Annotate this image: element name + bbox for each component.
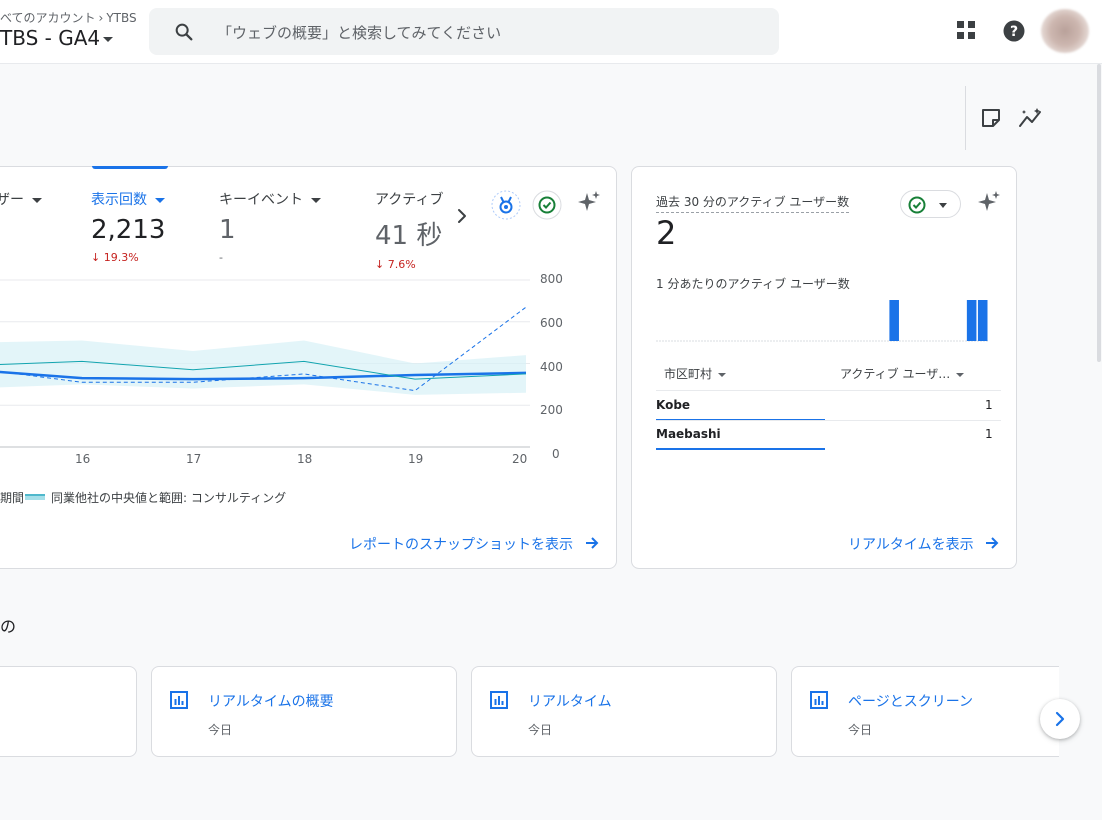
metric-value: 1 xyxy=(219,215,236,245)
metric-change: - xyxy=(219,251,223,264)
insights-trend-icon[interactable] xyxy=(1018,106,1044,130)
quick-access-title[interactable]: リアルタイムの概要 xyxy=(208,691,334,711)
search-placeholder[interactable]: 「ウェブの概要」と検索してみてください xyxy=(217,22,501,43)
table-row-city: Kobe xyxy=(656,398,691,412)
realtime-title[interactable]: 過去 30 分のアクティブ ユーザー数 xyxy=(656,193,850,213)
metric-label[interactable]: ザー xyxy=(0,189,42,209)
toolbar-divider xyxy=(965,86,966,150)
arrow-right-icon[interactable] xyxy=(584,535,600,551)
apps-icon[interactable] xyxy=(956,20,976,40)
metric-change: ↓ 19.3% xyxy=(91,251,139,264)
chevron-down-icon xyxy=(956,372,965,377)
breadcrumb-account[interactable]: YTBS xyxy=(106,11,136,25)
x-tick-label: 17 xyxy=(186,452,202,466)
metric-users[interactable]: ザー xyxy=(0,189,42,209)
breadcrumb-all-accounts[interactable]: べてのアカウント xyxy=(0,11,96,25)
realtime-bar-chart xyxy=(656,300,988,342)
legend-benchmark: 同業他社の中央値と範囲: コンサルティング xyxy=(51,491,287,505)
bar-chart-icon xyxy=(810,691,828,709)
legend-prev-period: 期間 xyxy=(0,491,25,505)
arrow-right-icon[interactable] xyxy=(984,535,1000,551)
property-name[interactable]: TBS - GA4 xyxy=(0,26,100,50)
x-tick-label: 19 xyxy=(408,452,424,466)
metric-label[interactable]: 表示回数 xyxy=(91,189,165,209)
avatar[interactable] xyxy=(1041,9,1089,53)
active-tab-indicator xyxy=(92,166,168,169)
x-tick-label: 18 xyxy=(297,452,313,466)
bar-chart-icon xyxy=(490,691,508,709)
realtime-value: 2 xyxy=(656,214,677,252)
search-icon xyxy=(175,23,193,41)
bar-chart-icon xyxy=(170,691,188,709)
metric-value: 41 秒 xyxy=(375,221,443,251)
quick-access-subtitle: 今日 xyxy=(528,723,553,737)
carousel-next-button[interactable] xyxy=(1040,699,1080,739)
search-bar[interactable]: 「ウェブの概要」と検索してみてください xyxy=(149,8,779,55)
view-snapshot-link[interactable]: レポートのスナップショットを表示 xyxy=(349,534,573,554)
quick-access-card[interactable]: ページとスクリーン 今日 xyxy=(791,666,1059,757)
benchmark-medal-icon[interactable] xyxy=(491,190,521,220)
table-row-users: 1 xyxy=(985,427,993,441)
view-realtime-link[interactable]: リアルタイムを表示 xyxy=(848,534,974,554)
metric-value: 2,213 xyxy=(91,215,166,245)
y-tick-label: 800 xyxy=(540,272,563,286)
metric-engagement[interactable]: アクティブ 41 秒 ↓ 7.6% xyxy=(375,189,443,271)
x-tick-label: 16 xyxy=(75,452,91,466)
y-tick-label: 0 xyxy=(552,447,560,461)
check-circle-icon xyxy=(908,196,926,214)
property-dropdown-icon[interactable] xyxy=(103,37,114,42)
scrollbar-thumb[interactable] xyxy=(1097,64,1101,362)
y-tick-label: 200 xyxy=(540,403,563,417)
svg-text:?: ? xyxy=(1010,24,1018,40)
table-header-users[interactable]: アクティブ ユーザ… xyxy=(840,365,965,382)
metric-key-events[interactable]: キーイベント 1 - xyxy=(219,189,321,264)
divider xyxy=(656,390,1001,391)
chevron-down-icon xyxy=(939,203,947,208)
y-tick-label: 400 xyxy=(540,360,563,374)
table-row-city: Maebashi xyxy=(656,427,721,441)
metric-label[interactable]: キーイベント xyxy=(219,189,321,209)
legend-swatch xyxy=(25,494,45,500)
y-tick-label: 600 xyxy=(540,316,563,330)
chevron-down-icon xyxy=(311,197,321,203)
chevron-right-icon[interactable] xyxy=(455,207,469,225)
overview-line-chart xyxy=(0,279,530,448)
breadcrumb[interactable]: べてのアカウント › YTBS xyxy=(0,9,137,26)
divider xyxy=(656,420,1001,421)
realtime-subtitle: 1 分あたりのアクティブ ユーザー数 xyxy=(656,277,850,291)
breadcrumb-separator: › xyxy=(98,11,104,25)
quick-access-card[interactable] xyxy=(0,666,137,757)
sparkle-icon[interactable] xyxy=(577,190,601,214)
metric-label[interactable]: アクティブ xyxy=(375,189,443,209)
sparkle-icon[interactable] xyxy=(977,190,1001,214)
quick-access-title[interactable]: リアルタイム xyxy=(528,691,612,711)
quick-access-subtitle: 今日 xyxy=(848,723,873,737)
chevron-down-icon xyxy=(155,197,165,203)
chevron-right-icon xyxy=(1055,711,1065,727)
realtime-minute-bar[interactable] xyxy=(966,300,977,341)
top-bar: べてのアカウント › YTBS TBS - GA4 「ウェブの概要」と検索してみてく… xyxy=(0,0,1102,64)
quick-access-title[interactable]: ページとスクリーン xyxy=(848,691,973,711)
metric-views[interactable]: 表示回数 2,213 ↓ 19.3% xyxy=(91,189,165,264)
table-header-city[interactable]: 市区町村 xyxy=(664,365,727,382)
property-selector[interactable]: TBS - GA4 xyxy=(0,26,114,50)
quick-access-subtitle: 今日 xyxy=(208,723,233,737)
quick-access-card[interactable]: リアルタイムの概要 今日 xyxy=(151,666,457,757)
benchmark-range-band xyxy=(0,340,526,395)
help-icon[interactable]: ? xyxy=(1003,20,1025,42)
check-circle-icon[interactable] xyxy=(532,190,562,220)
chevron-down-icon xyxy=(718,372,727,377)
realtime-status-dropdown[interactable] xyxy=(900,190,961,218)
page-scrollbar[interactable] xyxy=(1096,64,1102,364)
realtime-minute-bar[interactable] xyxy=(977,300,988,341)
x-tick-label: 20 xyxy=(512,452,528,466)
section-title: の xyxy=(0,617,17,636)
quick-access-card[interactable]: リアルタイム 今日 xyxy=(471,666,777,757)
chevron-down-icon xyxy=(32,197,42,203)
table-row-users: 1 xyxy=(985,398,993,412)
notes-icon[interactable] xyxy=(981,108,1001,128)
realtime-minute-bar[interactable] xyxy=(889,300,899,341)
table-row-share-bar xyxy=(656,448,825,450)
